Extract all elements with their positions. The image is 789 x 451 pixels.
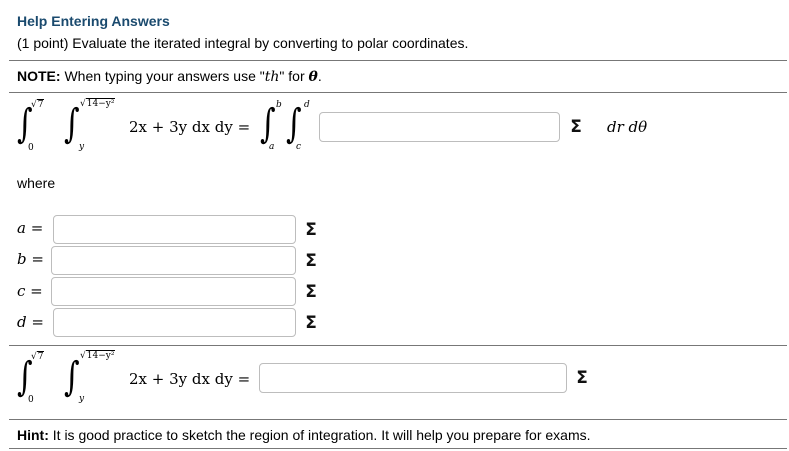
hint-text: It is good practice to sketch the region… [52,427,591,443]
note-text-mid: " for [279,68,309,84]
note-code: th [264,69,280,85]
note-text-pre: When typing your answers use " [64,68,265,84]
inner-lower-limit: y [79,394,85,404]
divider [9,60,787,61]
inner-upper-limit: √14−y² [80,350,116,361]
inner-upper-limit: √14−y² [80,98,116,109]
divider [9,448,787,449]
polar-outer-lower-limit: a [269,142,275,152]
inner-lower-limit: y [79,142,85,152]
hint-label: Hint: [17,427,49,443]
equation-editor-icon[interactable]: Σ [572,367,592,389]
note-label: NOTE: [17,68,61,84]
outer-integral-sign: ∫ [17,354,33,400]
equation-editor-icon[interactable]: Σ [301,219,321,241]
bound-input-a[interactable] [53,215,296,244]
note-theta: θ [308,69,318,85]
final-integrand: 2x + 3y dx dy = [129,370,251,388]
final-answer-input[interactable] [259,363,567,393]
equation-editor-icon[interactable]: Σ [301,281,321,303]
bound-label-c: c = [17,282,43,300]
help-entering-answers-link[interactable]: Help Entering Answers [17,13,170,29]
where-label: where [17,175,56,191]
polar-inner-upper-limit: d [304,100,310,110]
inner-integral-sign: ∫ [64,101,80,147]
outer-lower-limit: 0 [28,395,34,405]
integrand: 2x + 3y dx dy = [129,118,251,136]
outer-lower-limit: 0 [28,143,34,153]
equation-editor-icon[interactable]: Σ [566,116,586,138]
outer-upper-limit: √7 [31,351,45,362]
polar-inner-lower-limit: c [296,142,302,152]
outer-integral-sign: ∫ [17,101,33,147]
polar-integrand-input[interactable] [319,112,560,142]
hint-line: Hint: It is good practice to sketch the … [17,427,591,443]
note-text-post: . [317,68,322,84]
polar-outer-upper-limit: b [276,100,282,110]
polar-outer-integral-sign: ∫ [260,101,276,147]
divider [9,92,787,93]
bound-input-b[interactable] [51,246,296,275]
equation-editor-icon[interactable]: Σ [301,312,321,334]
problem-statement: (1 point) Evaluate the iterated integral… [17,35,469,51]
polar-differentials: dr dθ [607,118,648,136]
bound-input-d[interactable] [53,308,296,337]
bound-input-c[interactable] [51,277,296,306]
bound-label-d: d = [17,313,44,331]
bound-label-a: a = [17,219,44,237]
inner-integral-sign: ∫ [64,354,80,400]
outer-upper-limit: √7 [31,99,45,110]
divider [9,419,787,420]
note-line: NOTE: When typing your answers use "th" … [17,68,322,85]
polar-inner-integral-sign: ∫ [286,101,302,147]
bound-label-b: b = [17,250,44,268]
equation-editor-icon[interactable]: Σ [301,250,321,272]
divider [9,345,787,346]
